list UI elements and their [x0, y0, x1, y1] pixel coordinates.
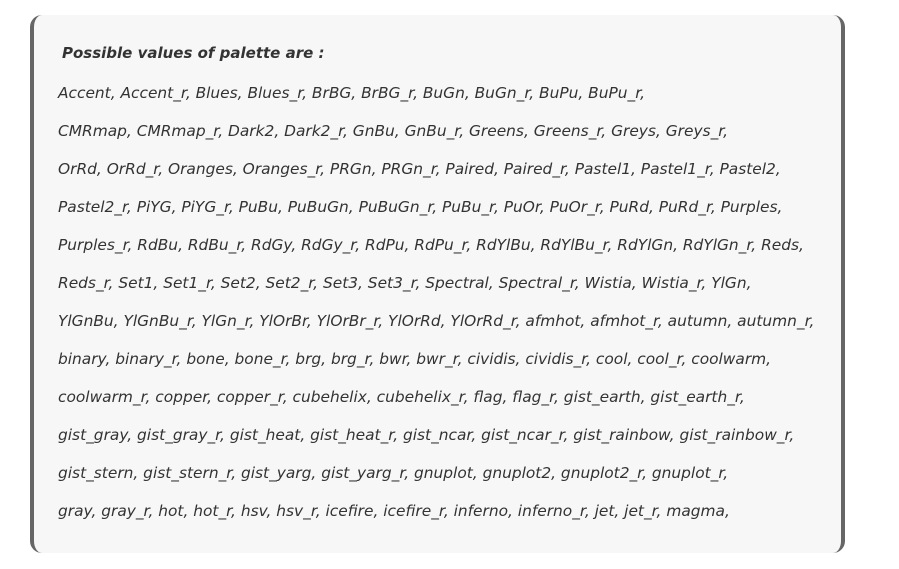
palette-line: binary, binary_r, bone, bone_r, brg, brg…: [58, 350, 772, 368]
palette-line: Accent, Accent_r, Blues, Blues_r, BrBG, …: [58, 84, 645, 102]
palette-line: Purples_r, RdBu, RdBu_r, RdGy, RdGy_r, R…: [58, 236, 804, 254]
palette-line: gist_gray, gist_gray_r, gist_heat, gist_…: [58, 426, 795, 444]
palette-line: Pastel2_r, PiYG, PiYG_r, PuBu, PuBuGn, P…: [58, 198, 783, 216]
palette-line: Reds_r, Set1, Set1_r, Set2, Set2_r, Set3…: [58, 274, 752, 292]
palette-list: Accent, Accent_r, Blues, Blues_r, BrBG, …: [58, 81, 814, 537]
palette-line: gist_stern, gist_stern_r, gist_yarg, gis…: [58, 464, 729, 482]
palette-line: CMRmap, CMRmap_r, Dark2, Dark2_r, GnBu, …: [58, 122, 729, 140]
palette-values-note: Possible values of palette are : Accent,…: [30, 15, 845, 553]
palette-line: OrRd, OrRd_r, Oranges, Oranges_r, PRGn, …: [58, 160, 781, 178]
palette-line: YlGnBu, YlGnBu_r, YlGn_r, YlOrBr, YlOrBr…: [58, 312, 815, 330]
note-heading: Possible values of palette are :: [62, 44, 325, 62]
palette-line: coolwarm_r, copper, copper_r, cubehelix,…: [58, 388, 745, 406]
palette-line: gray, gray_r, hot, hot_r, hsv, hsv_r, ic…: [58, 502, 730, 520]
